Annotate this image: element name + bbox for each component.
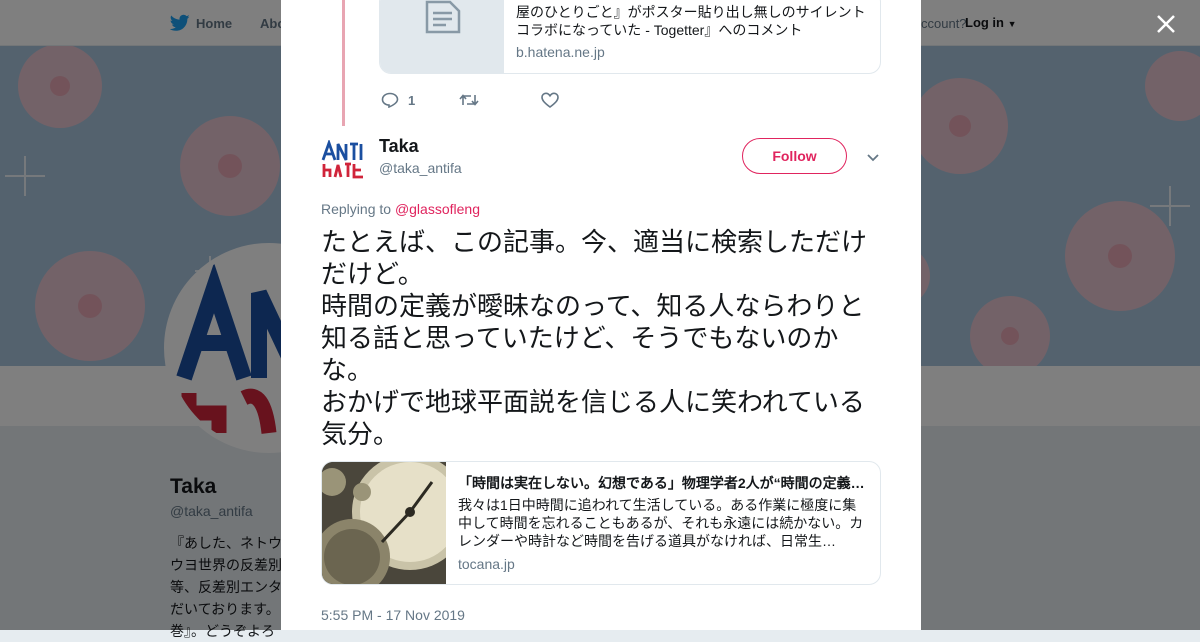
author-name[interactable]: Taka <box>379 136 419 157</box>
tweet-text: たとえば、この記事。今、適当に検索しただけだけど。 時間の定義が曖昧なのって、知… <box>321 227 868 449</box>
quoted-card-title: 屋のひとりごと』がポスター貼り出し無しのサイレントコラボになっていた - Tog… <box>516 4 866 38</box>
thread-connector-line <box>342 0 345 126</box>
card-thumbnail <box>380 0 504 73</box>
quoted-card-domain: b.hatena.ne.jp <box>516 44 605 60</box>
close-icon[interactable] <box>1154 12 1178 36</box>
follow-button[interactable]: Follow <box>742 138 847 174</box>
retweet-button[interactable] <box>459 93 541 107</box>
tweet-modal: 屋のひとりごと』がポスター貼り出し無しのサイレントコラボになっていた - Tog… <box>281 0 921 630</box>
link-card-domain: tocana.jp <box>458 556 515 572</box>
author-avatar[interactable] <box>321 140 367 180</box>
link-card[interactable]: 「時間は実在しない。幻想である」物理学者2人が“時間の定義… 我々は1日中時間に… <box>321 461 881 585</box>
card-image-clockwork <box>322 462 468 584</box>
replying-to-link[interactable]: @glassofleng <box>395 201 480 217</box>
reply-button[interactable]: 1 <box>381 92 459 108</box>
chevron-down-icon[interactable] <box>866 150 880 164</box>
replying-prefix: Replying to <box>321 201 395 217</box>
retweet-icon <box>459 94 479 106</box>
reply-icon <box>381 92 399 108</box>
replying-to: Replying to @glassofleng <box>321 201 480 217</box>
parent-tweet-actions: 1 <box>381 92 559 108</box>
author-handle[interactable]: @taka_antifa <box>379 160 462 176</box>
quoted-link-card[interactable]: 屋のひとりごと』がポスター貼り出し無しのサイレントコラボになっていた - Tog… <box>379 0 881 74</box>
link-card-title: 「時間は実在しない。幻想である」物理学者2人が“時間の定義… <box>458 475 865 491</box>
like-icon <box>541 92 559 108</box>
reply-count: 1 <box>408 92 416 108</box>
document-icon <box>425 0 461 34</box>
like-button[interactable] <box>541 92 559 108</box>
tweet-timestamp[interactable]: 5:55 PM - 17 Nov 2019 <box>321 607 465 623</box>
link-card-description: 我々は1日中時間に追われて生活している。ある作業に極度に集中して時間を忘れること… <box>458 497 864 549</box>
